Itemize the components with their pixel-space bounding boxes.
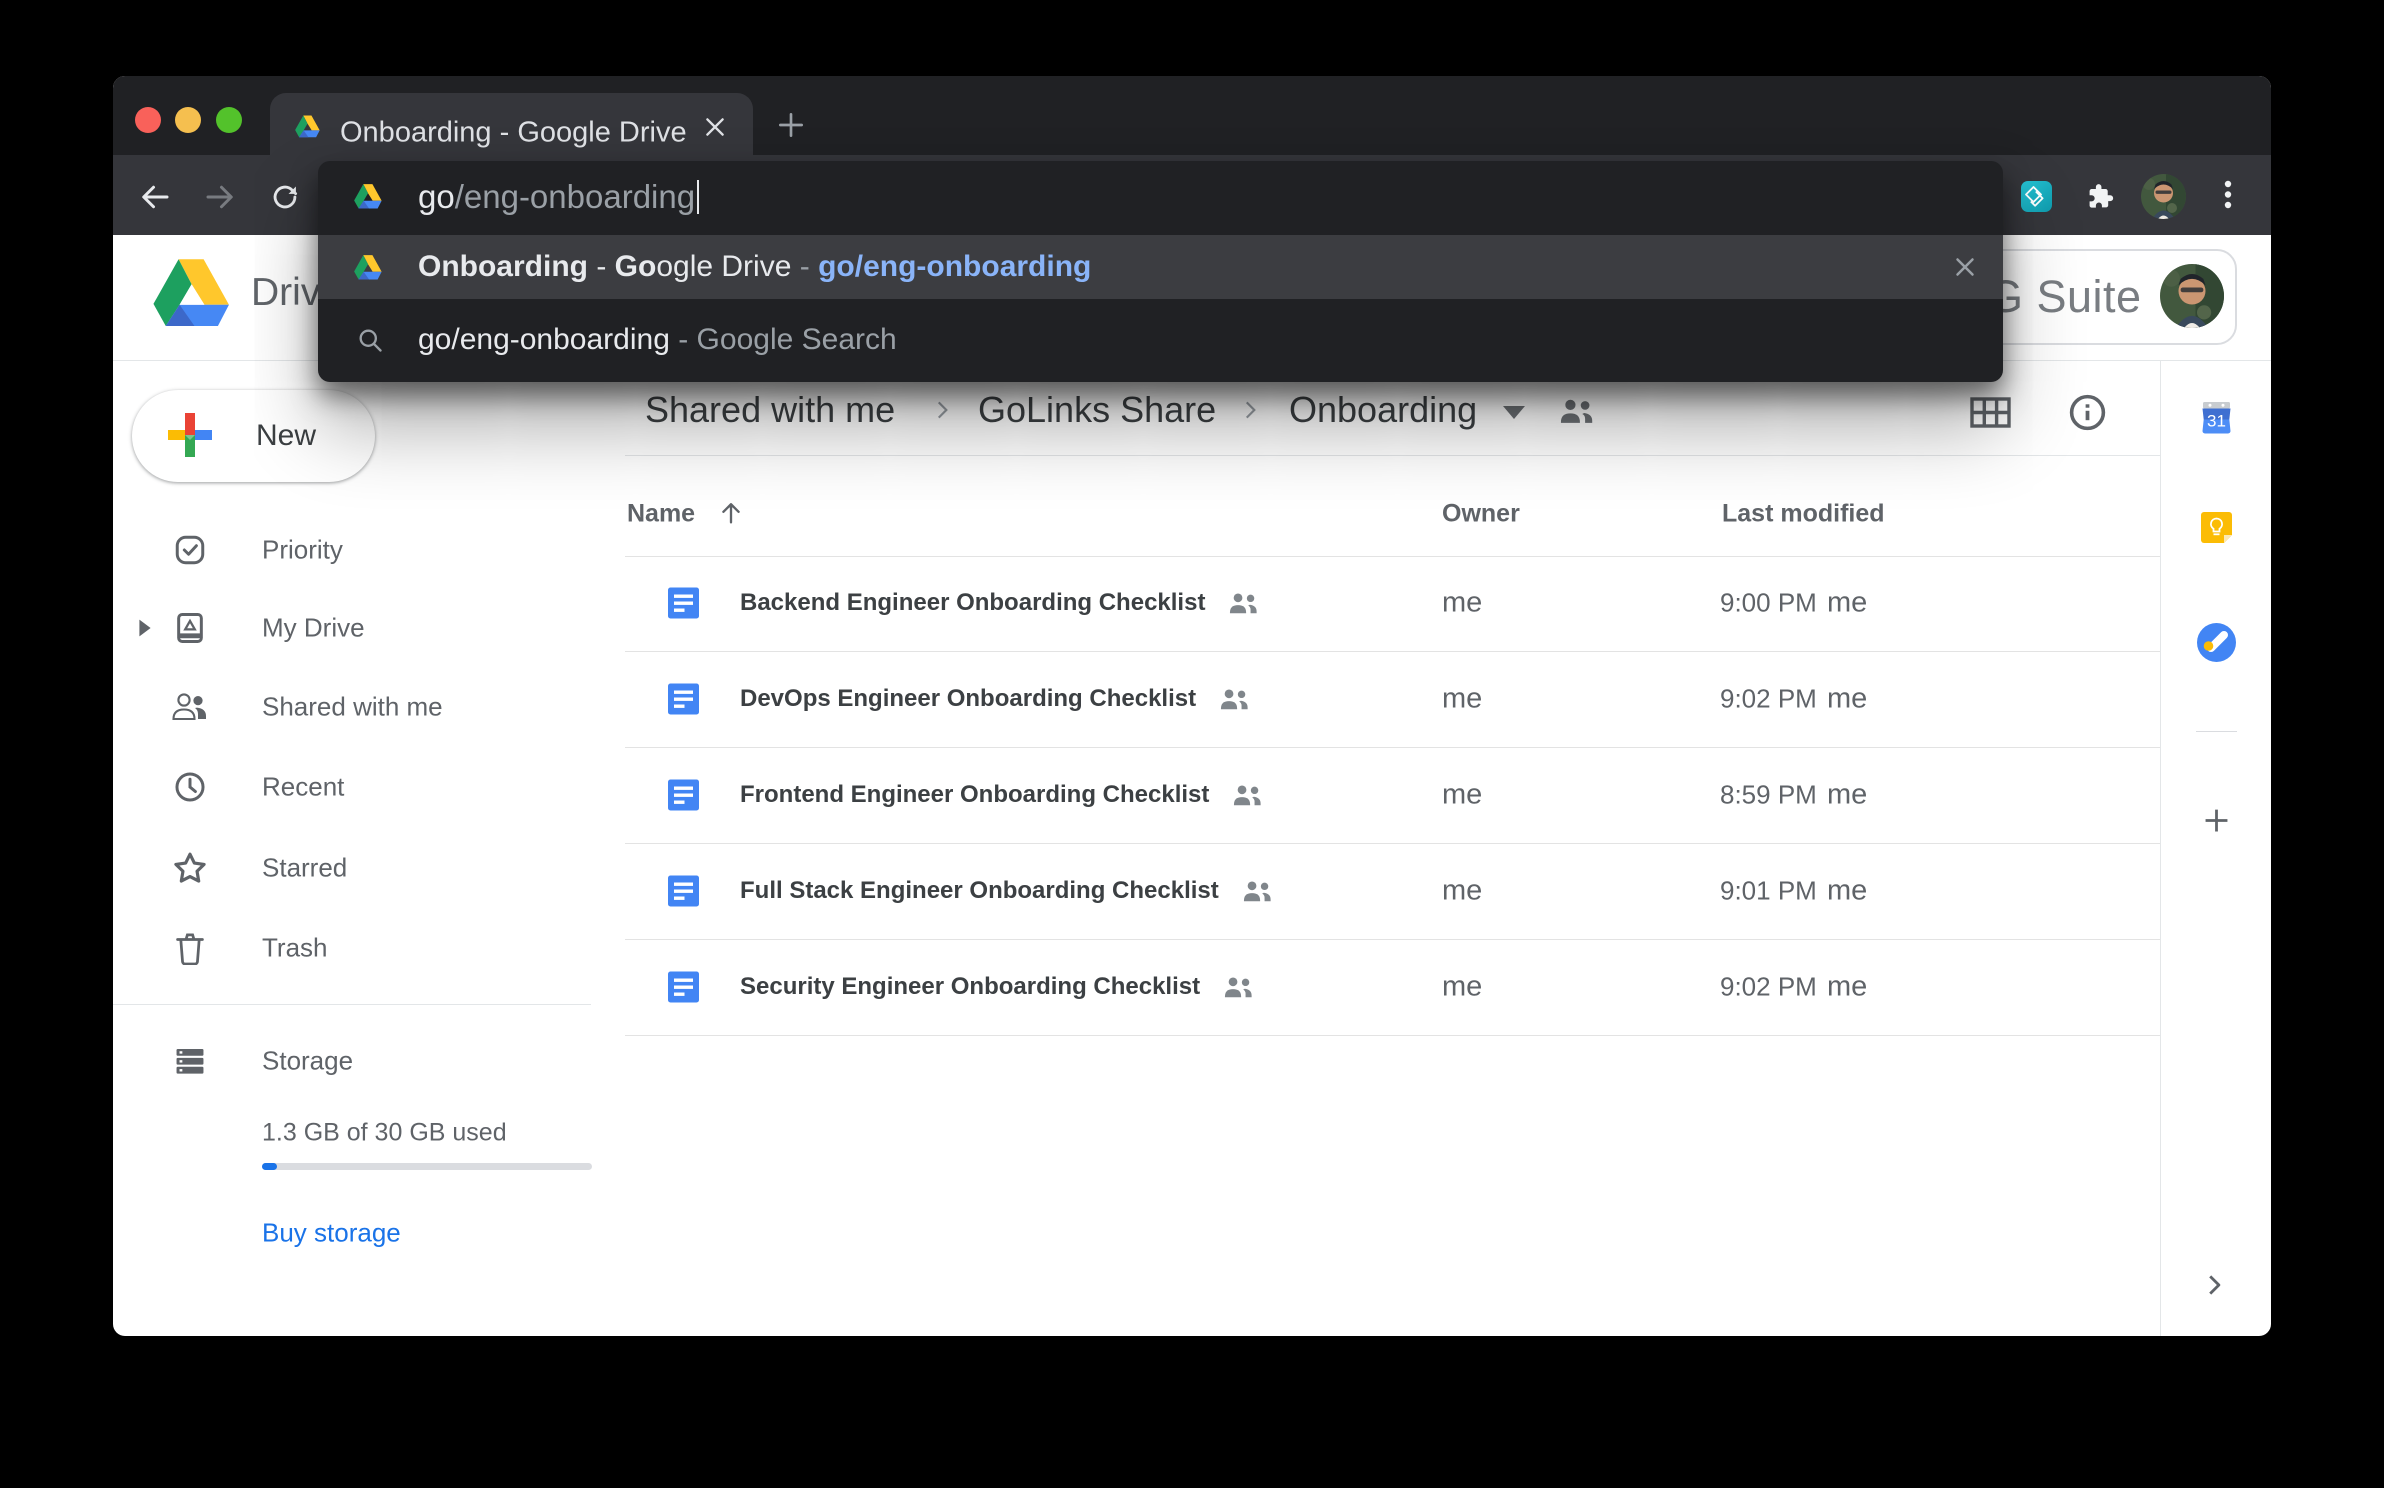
svg-text:31: 31	[2207, 412, 2226, 431]
